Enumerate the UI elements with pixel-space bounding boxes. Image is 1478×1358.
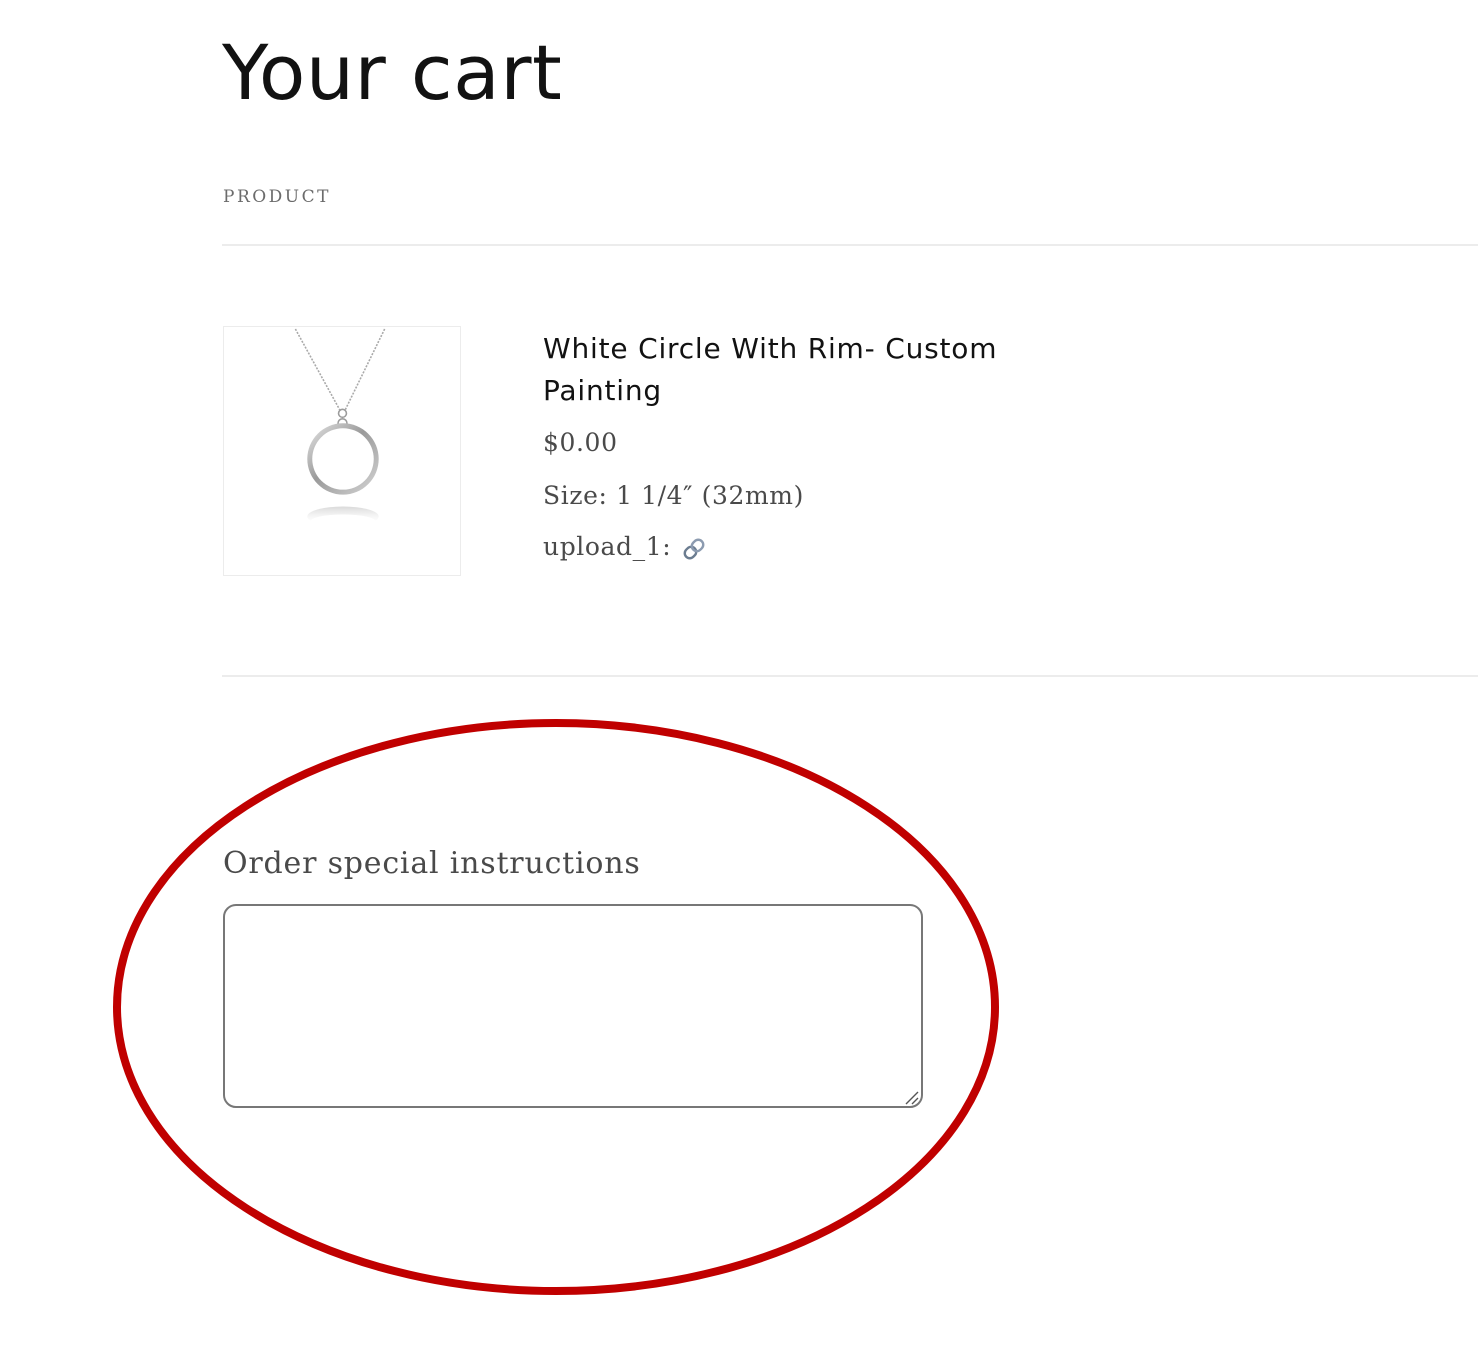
upload-link[interactable] [680, 535, 708, 563]
red-annotation-ellipse [113, 719, 999, 1295]
pendant-necklace-image [294, 328, 386, 529]
link-icon [683, 538, 705, 559]
product-price: $0.00 [543, 428, 618, 457]
size-option-value: 1 1/4″ (32mm) [616, 481, 804, 510]
page-title: Your cart [222, 28, 563, 117]
order-notes-textarea[interactable] [223, 904, 923, 1108]
cart-items-divider [222, 675, 1478, 677]
product-option-upload: upload_1: [543, 528, 708, 566]
order-notes-label: Order special instructions [223, 846, 641, 881]
product-column-header: PRODUCT [223, 187, 331, 207]
product-name[interactable]: White Circle With Rim- Custom Painting [543, 328, 1083, 412]
product-option-size: Size: 1 1/4″ (32mm) [543, 477, 804, 515]
textarea-resize-handle[interactable] [902, 1088, 920, 1106]
table-header-divider [222, 244, 1478, 246]
upload-option-label: upload_1: [543, 532, 672, 561]
size-option-label: Size: [543, 481, 608, 510]
product-image-link[interactable] [223, 326, 461, 576]
